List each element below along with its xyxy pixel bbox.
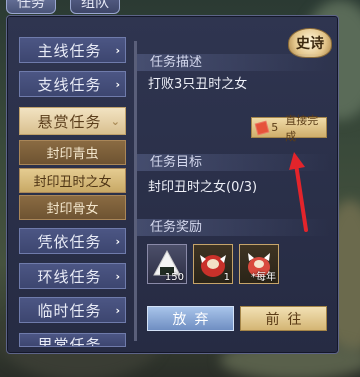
scrollbar[interactable]: [134, 41, 137, 341]
nav-item-loop[interactable]: 环线任务 ›: [19, 263, 126, 289]
chevron-right-icon: ›: [115, 269, 120, 283]
chevron-right-icon: ›: [115, 43, 120, 57]
chevron-right-icon: ›: [115, 77, 120, 91]
nav-item-label: 凭依任务: [37, 232, 102, 251]
nav-item-label: 支线任务: [37, 75, 102, 94]
nav-item-label: 临时任务: [37, 301, 102, 320]
nav-item-temp[interactable]: 临时任务 ›: [19, 297, 126, 323]
reward-qty: 150: [164, 272, 184, 283]
chevron-right-icon: ›: [115, 234, 120, 248]
desc-text: 打败3只丑时之女: [148, 77, 248, 92]
reward-qty: *每年: [251, 272, 276, 283]
reward-qty: 1: [223, 272, 230, 283]
nav-item-pingyi[interactable]: 凭依任务 ›: [19, 228, 126, 254]
red-arrow-icon: [289, 152, 308, 232]
goto-button[interactable]: 前往: [240, 306, 327, 331]
subitem-choushizhinv[interactable]: 封印丑时之女: [19, 168, 126, 193]
tab-team[interactable]: 组队: [70, 0, 120, 14]
instant-complete-label: 直接完成: [285, 113, 319, 143]
reward-slot[interactable]: *每年: [239, 244, 279, 284]
nav-item-bounty[interactable]: 悬赏任务 ⌄: [19, 107, 126, 135]
chevron-right-icon: ›: [115, 303, 120, 317]
subitem-qingchong[interactable]: 封印青虫: [19, 140, 126, 165]
tab-tasks[interactable]: 任务: [6, 0, 56, 14]
chevron-down-icon: ⌄: [110, 114, 120, 128]
abandon-button[interactable]: 放弃: [147, 306, 234, 331]
reward-slot[interactable]: 1: [193, 244, 233, 284]
instant-complete-button[interactable]: 5 直接完成: [251, 114, 327, 143]
subitem-gunv[interactable]: 封印骨女: [19, 195, 126, 220]
nav-item-label: 环线任务: [37, 267, 102, 286]
desc-heading: 任务描述: [137, 54, 330, 71]
goal-text: 封印丑时之女(0/3): [148, 180, 258, 195]
ticket-count: 5: [271, 121, 279, 134]
nav-item-label: 里常任务: [37, 336, 102, 347]
reward-slot[interactable]: 150: [147, 244, 187, 284]
nav-item-side[interactable]: 支线任务 ›: [19, 71, 126, 97]
ticket-icon: [254, 120, 270, 135]
nav-item-main[interactable]: 主线任务 ›: [19, 37, 126, 63]
top-tab-bar: 任务 组队: [0, 0, 140, 14]
nav-item-label: 悬赏任务: [37, 112, 102, 131]
nav-item-label: 主线任务: [37, 41, 102, 60]
nav-item-daily[interactable]: 里常任务: [19, 333, 126, 347]
